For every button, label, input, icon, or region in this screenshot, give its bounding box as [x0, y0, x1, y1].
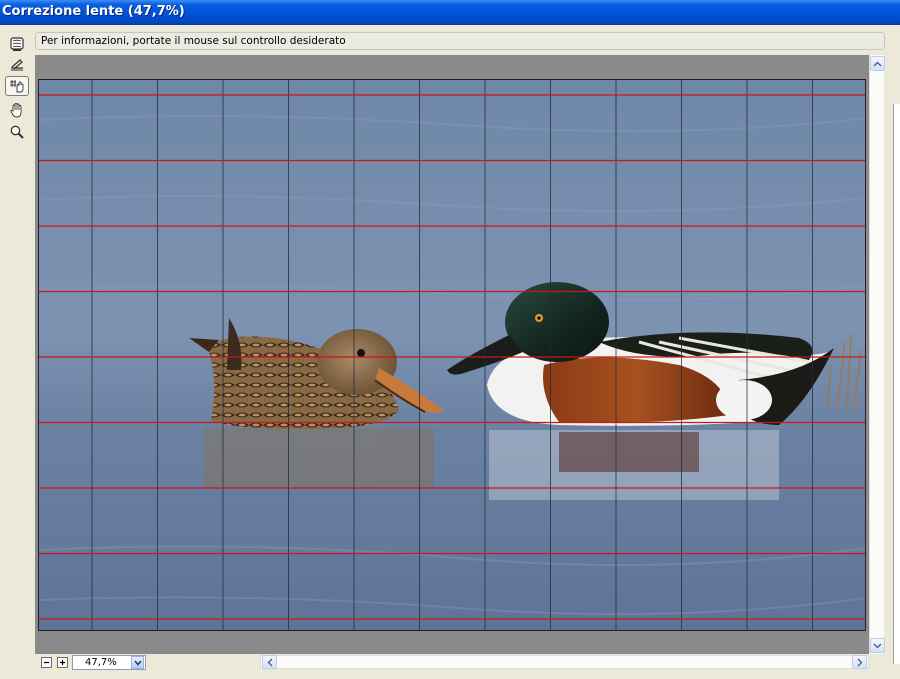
straighten-icon [11, 59, 23, 71]
info-bar: Per informazioni, portate il mouse sul c… [35, 32, 885, 50]
move-grid-tool[interactable] [5, 76, 29, 96]
magnifier-icon [10, 125, 24, 139]
zoom-in-button[interactable] [57, 657, 68, 668]
chevron-down-icon [873, 643, 882, 648]
zoom-level-value: 47,7% [85, 657, 117, 668]
window-title: Correzione lente (47,7%) [2, 4, 185, 19]
move-grid-icon [10, 80, 24, 93]
vertical-scrollbar[interactable] [869, 55, 885, 654]
remove-distortion-tool[interactable] [5, 34, 29, 54]
chevron-right-icon [857, 658, 862, 666]
minus-icon [44, 661, 49, 664]
right-panel-edge [893, 104, 900, 664]
zoom-tool[interactable] [5, 122, 29, 142]
grid-overlay [39, 80, 865, 630]
chevron-left-icon [267, 658, 272, 666]
title-bar: Correzione lente (47,7%) [0, 0, 900, 25]
chevron-down-icon [133, 659, 142, 666]
plus-icon [60, 660, 65, 665]
scroll-right-button[interactable] [852, 655, 867, 669]
preview-image[interactable] [38, 79, 866, 631]
hand-tool[interactable] [5, 100, 29, 120]
zoom-level-field[interactable]: 47,7% [72, 655, 146, 670]
horizontal-scrollbar[interactable] [260, 655, 869, 669]
scroll-left-button[interactable] [262, 655, 277, 669]
scroll-up-button[interactable] [870, 56, 885, 71]
scroll-down-button[interactable] [870, 638, 885, 653]
straighten-tool[interactable] [5, 54, 29, 74]
info-text: Per informazioni, portate il mouse sul c… [41, 35, 346, 47]
zoom-dropdown-button[interactable] [131, 656, 144, 669]
zoom-out-button[interactable] [41, 657, 52, 668]
preview-workspace[interactable] [35, 55, 869, 654]
hand-icon [10, 103, 22, 118]
remove-distortion-icon [10, 37, 24, 51]
chevron-up-icon [873, 61, 882, 66]
